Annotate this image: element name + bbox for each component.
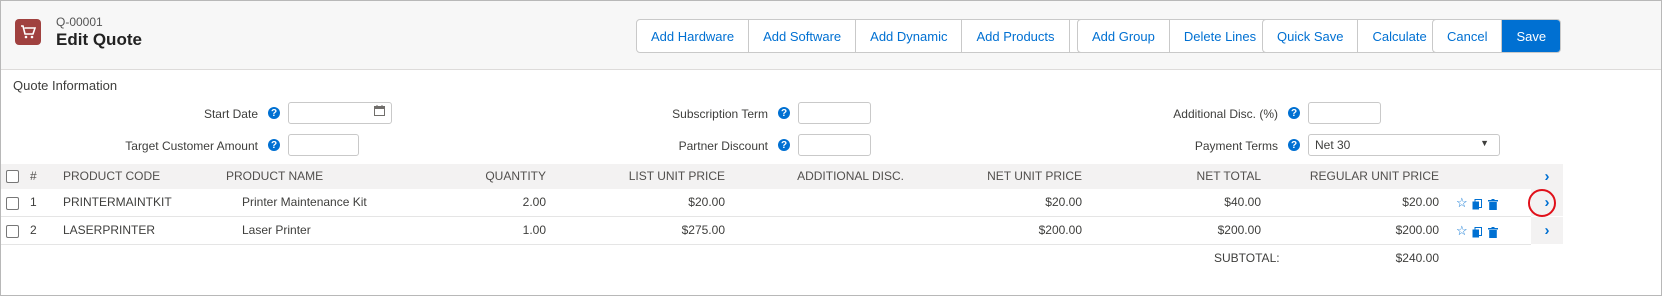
add-software-button[interactable]: Add Software — [749, 20, 857, 52]
regular-unit-price-cell: $20.00 — [1402, 195, 1439, 209]
delete-lines-button[interactable]: Delete Lines — [1170, 20, 1270, 52]
start-date-field[interactable] — [288, 102, 392, 124]
subtotal-label: SUBTOTAL: — [1214, 251, 1280, 265]
help-icon[interactable]: ? — [268, 139, 280, 151]
quantity-cell[interactable]: 2.00 — [523, 189, 546, 216]
column-header-product-code[interactable]: PRODUCT CODE — [63, 164, 160, 189]
add-dynamic-button[interactable]: Add Dynamic — [856, 20, 963, 52]
highlight-circle — [1528, 189, 1556, 217]
table-row: 1 PRINTERMAINTKIT Printer Maintenance Ki… — [1, 189, 1531, 217]
delete-icon[interactable] — [1488, 197, 1498, 215]
table-header: # PRODUCT CODE PRODUCT NAME QUANTITY LIS… — [1, 164, 1531, 189]
quantity-cell[interactable]: 1.00 — [523, 217, 546, 244]
payment-terms-label: Payment Terms — [1194, 139, 1278, 153]
help-icon[interactable]: ? — [778, 107, 790, 119]
section-title: Quote Information — [13, 78, 118, 93]
delete-icon[interactable] — [1488, 225, 1498, 243]
help-icon[interactable]: ? — [1288, 139, 1300, 151]
row-number: 1 — [30, 195, 37, 209]
product-name-cell: Laser Printer — [242, 223, 311, 237]
quote-number: Q-00001 — [56, 15, 103, 29]
add-group-button[interactable]: Add Group — [1078, 20, 1170, 52]
net-total-cell: $40.00 — [1224, 195, 1261, 209]
quick-save-button[interactable]: Quick Save — [1263, 20, 1359, 52]
select-all-checkbox[interactable] — [6, 170, 19, 183]
column-header-number: # — [30, 169, 37, 183]
calendar-icon[interactable] — [374, 105, 385, 119]
column-header-net-unit-price[interactable]: NET UNIT PRICE — [987, 164, 1082, 189]
row-checkbox[interactable] — [6, 225, 19, 238]
column-header-product-name[interactable]: PRODUCT NAME — [226, 164, 323, 189]
target-amount-field[interactable] — [288, 134, 359, 156]
partner-discount-field[interactable] — [798, 134, 871, 156]
help-icon[interactable]: ? — [1288, 107, 1300, 119]
net-unit-price-cell: $20.00 — [1045, 195, 1082, 209]
row-number: 2 — [30, 223, 37, 237]
additional-disc-field[interactable] — [1308, 102, 1381, 124]
subscription-term-field[interactable] — [798, 102, 871, 124]
partner-discount-label: Partner Discount — [678, 139, 768, 153]
page-header: Q-00001 Edit Quote Add Hardware Add Soft… — [1, 1, 1661, 70]
list-unit-price-cell: $275.00 — [681, 223, 725, 237]
clone-icon[interactable] — [1472, 225, 1482, 243]
subscription-term-label: Subscription Term — [672, 107, 768, 121]
help-icon[interactable]: ? — [778, 139, 790, 151]
column-header-list-unit-price[interactable]: LIST UNIT PRICE — [629, 164, 725, 189]
table-row: 2 LASERPRINTER Laser Printer 1.00 $275.0… — [1, 217, 1531, 245]
column-header-additional-disc[interactable]: ADDITIONAL DISC. — [797, 164, 904, 189]
net-unit-price-cell: $200.00 — [1038, 223, 1082, 237]
chevron-right-icon[interactable]: › — [1531, 217, 1563, 244]
column-header-regular-unit-price[interactable]: REGULAR UNIT PRICE — [1310, 164, 1439, 189]
payment-terms-select[interactable]: Net 30 ▼ — [1308, 134, 1500, 156]
star-icon[interactable]: ☆ — [1456, 223, 1468, 239]
add-products-button[interactable]: Add Products — [962, 20, 1070, 52]
cart-icon — [15, 19, 41, 45]
list-unit-price-cell: $20.00 — [688, 195, 725, 209]
regular-unit-price-cell: $200.00 — [1395, 223, 1439, 237]
calculate-button[interactable]: Calculate — [1358, 20, 1440, 52]
column-header-net-total[interactable]: NET TOTAL — [1197, 164, 1261, 189]
quote-editor: Q-00001 Edit Quote Add Hardware Add Soft… — [0, 0, 1662, 296]
chevron-right-icon[interactable]: › — [1531, 164, 1563, 189]
product-code-cell: LASERPRINTER — [63, 223, 156, 237]
cancel-button[interactable]: Cancel — [1433, 20, 1503, 52]
help-icon[interactable]: ? — [268, 107, 280, 119]
column-header-quantity[interactable]: QUANTITY — [485, 164, 546, 189]
commit-button-group: Cancel Save — [1432, 19, 1562, 53]
subtotal-value: $240.00 — [1395, 251, 1439, 265]
clone-icon[interactable] — [1472, 197, 1482, 215]
add-hardware-button[interactable]: Add Hardware — [637, 20, 750, 52]
save-actions-button-group: Quick Save Calculate — [1262, 19, 1442, 53]
target-amount-label: Target Customer Amount — [125, 139, 258, 153]
group-actions-button-group: Add Group Delete Lines — [1077, 19, 1272, 53]
start-date-label: Start Date — [203, 107, 258, 121]
save-button[interactable]: Save — [1502, 20, 1561, 52]
add-items-button-group: Add Hardware Add Software Add Dynamic Ad… — [636, 19, 1107, 53]
star-icon[interactable]: ☆ — [1456, 195, 1468, 211]
product-code-cell: PRINTERMAINTKIT — [63, 195, 172, 209]
additional-disc-label: Additional Disc. (%) — [1173, 107, 1278, 121]
row-checkbox[interactable] — [6, 197, 19, 210]
product-name-cell: Printer Maintenance Kit — [242, 195, 367, 209]
page-title: Edit Quote — [56, 30, 142, 49]
chevron-down-icon: ▼ — [1480, 138, 1489, 148]
net-total-cell: $200.00 — [1217, 223, 1261, 237]
